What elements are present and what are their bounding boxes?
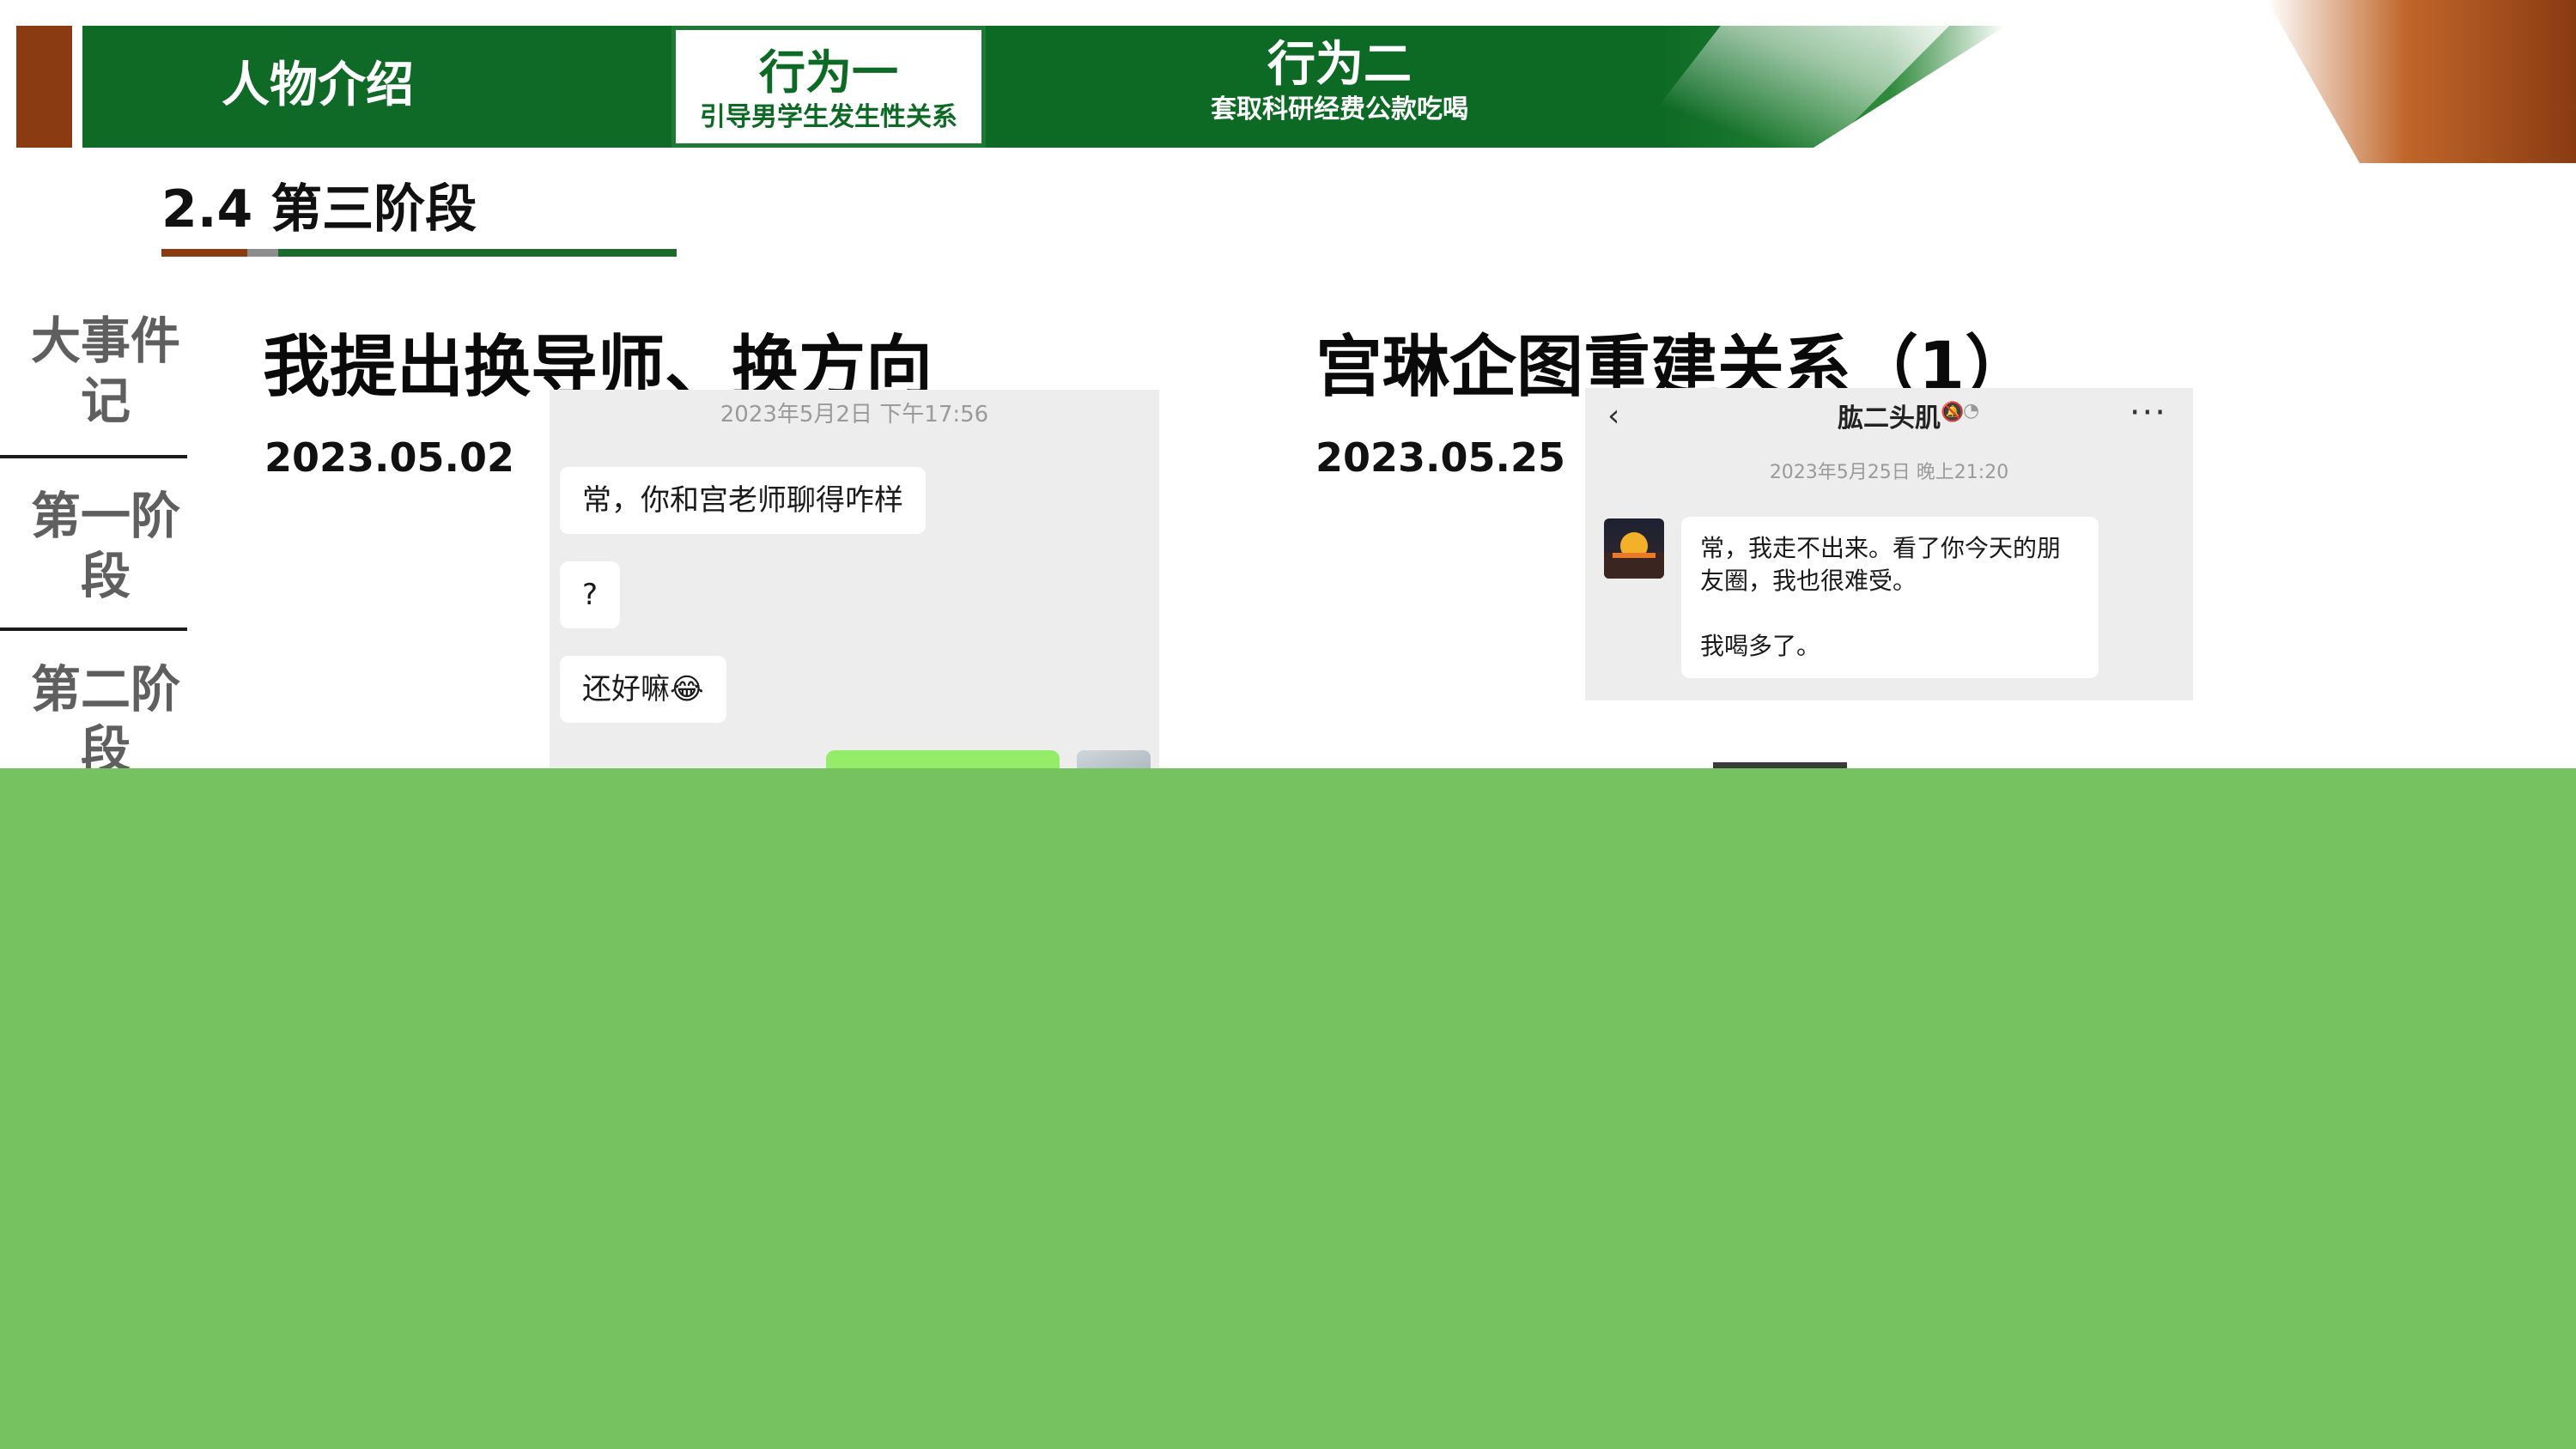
sidebar-divider [0,455,187,458]
nav-brown-accent [16,26,72,148]
sidebar-item-timeline[interactable]: 大事件记 [26,311,185,431]
green-overlay-panel [0,768,2576,1449]
message-line: 友圈，我也很难受。 [1700,567,1917,595]
message-line: 常，我走不出来。看了你今天的朋 [1700,534,2062,562]
chat-screenshot-left: 2023年5月2日 下午17:56 常，你和宫老师聊得咋样 ? 还好嘛😂 还好 [550,390,1159,785]
chat-bubble-received: 常，我走不出来。看了你今天的朋 友圈，我也很难受。 我喝多了。 [1681,517,2099,678]
sidebar-item-stage-1[interactable]: 第一阶段 [26,486,185,606]
ear-icon: ◔ [1963,400,1980,421]
right-card-date: 2023.05.25 [1315,434,1566,481]
chat-contact-name: 肱二头肌 [1838,403,1941,433]
nav-tab-behavior-1-title: 行为一 [759,45,898,100]
section-title: 2.4 第三阶段 [161,179,477,239]
chat-header: ‹ 肱二头肌 🔕 ◔ ··· [1585,388,2193,440]
nav-tab-behavior-2[interactable]: 行为二 套取科研经费公款吃喝 [1142,38,1537,127]
chat-bubble-received: ? [560,561,621,628]
nav-right-accent [2267,0,2576,163]
chat-bubble-received: 还好嘛😂 [560,656,726,723]
nav-tab-behavior-2-title: 行为二 [1267,37,1412,93]
message-line: 我喝多了。 [1700,632,1821,660]
chat-timestamp: 2023年5月25日 晚上21:20 [1769,462,2009,483]
chat-timestamp: 2023年5月2日 下午17:56 [720,402,989,427]
mute-bell-icon: 🔕 [1941,402,1965,423]
nav-tab-behavior-2-subtitle: 套取科研经费公款吃喝 [1211,94,1468,124]
chat-bubble-received: 常，你和宫老师聊得咋样 [560,467,926,534]
avatar-sunset-icon [1604,518,1664,579]
nav-tab-behavior-1-subtitle: 引导男学生发生性关系 [700,102,957,132]
sidebar-divider [0,627,187,631]
sidebar-item-stage-2[interactable]: 第二阶段 [26,659,185,779]
nav-tab-behavior-1[interactable]: 行为一 引导男学生发生性关系 [671,26,986,148]
nav-tab-people[interactable]: 人物介绍 [163,52,472,120]
left-card-date: 2023.05.02 [264,434,515,481]
more-dots-icon[interactable]: ··· [2129,393,2167,433]
chat-screenshot-right: ‹ 肱二头肌 🔕 ◔ ··· 2023年5月25日 晚上21:20 常，我走不出… [1585,388,2193,700]
section-underline [161,249,677,257]
